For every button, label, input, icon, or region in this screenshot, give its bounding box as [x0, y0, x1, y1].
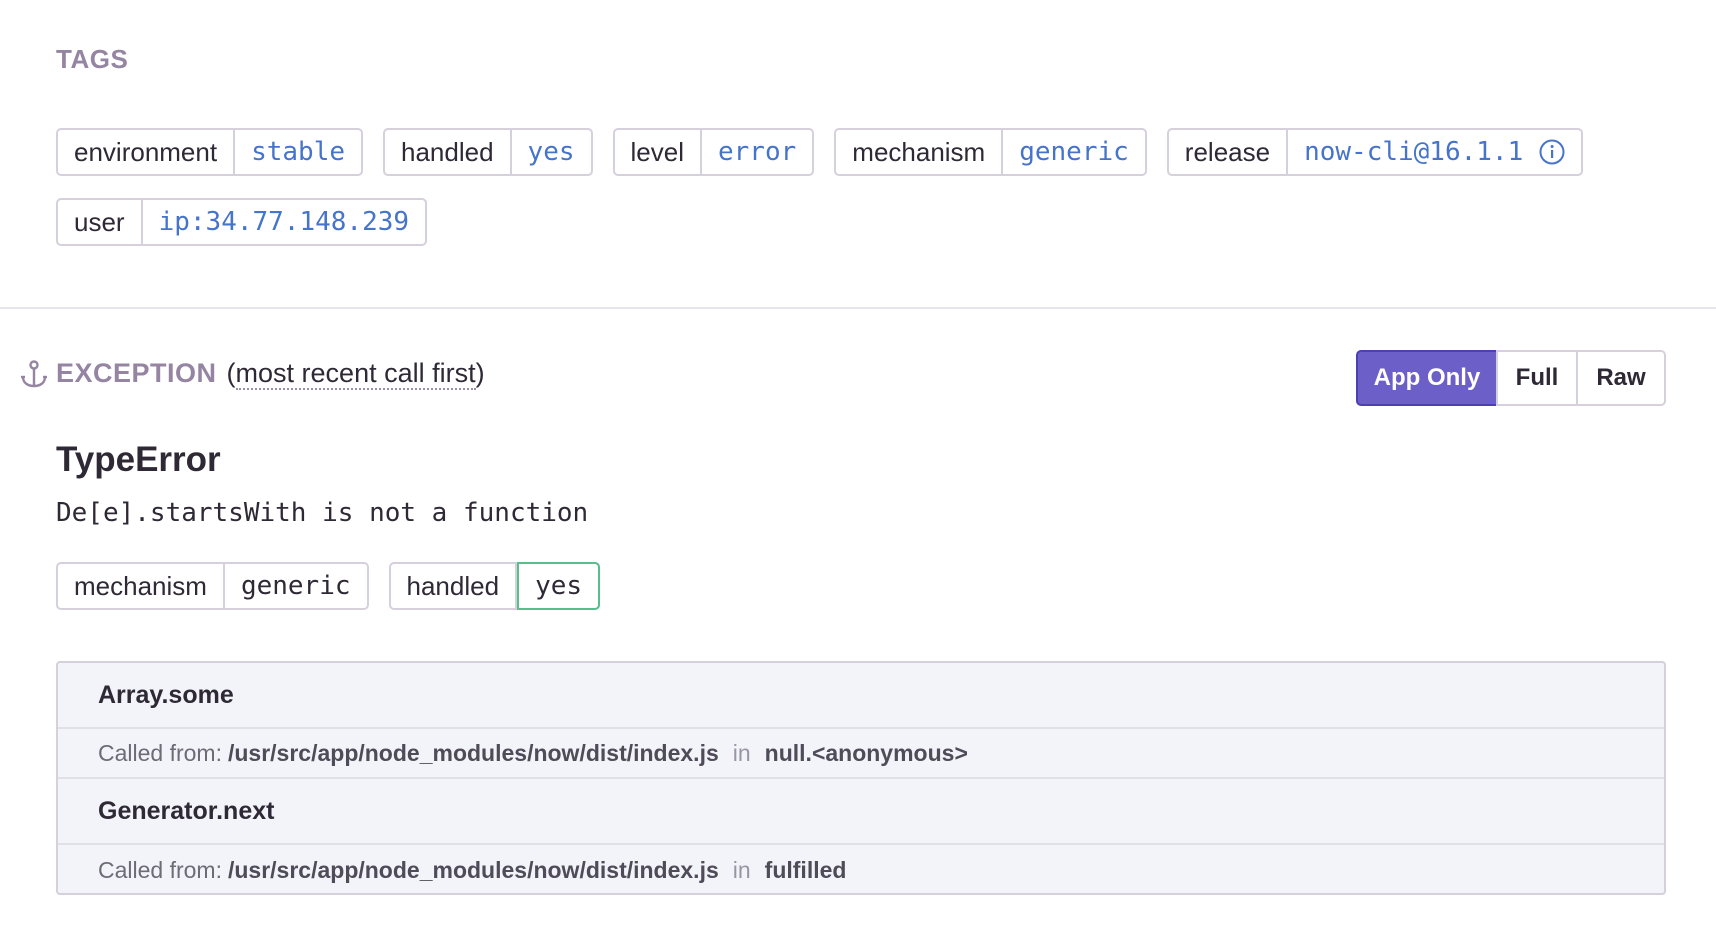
anchor-icon[interactable]	[20, 359, 48, 389]
full-button[interactable]: Full	[1496, 350, 1578, 406]
exception-message: De[e].startsWith is not a function	[56, 498, 589, 528]
tag-key: release	[1169, 130, 1289, 174]
tag-row: user ip:34.77.148.239	[56, 198, 428, 246]
tag-key: handled	[385, 130, 512, 174]
tag-value[interactable]: generic	[1003, 130, 1145, 174]
paren-open: (	[226, 358, 236, 388]
tag-key: mechanism	[58, 564, 225, 608]
frame-function[interactable]: Array.some	[58, 663, 1664, 729]
exception-type: TypeError	[56, 440, 221, 479]
tag-value[interactable]: stable	[235, 130, 361, 174]
tag-key: environment	[58, 130, 236, 174]
frame-caller: null.<anonymous>	[764, 739, 968, 766]
tag-value[interactable]: ip:34.77.148.239	[143, 200, 425, 244]
call-order-tooltip[interactable]: most recent call first	[235, 358, 476, 390]
tags-section: TAGS environment stable handled yes leve…	[0, 0, 1716, 309]
tag-release[interactable]: release now-cli@16.1.1	[1166, 128, 1584, 176]
frame-path: /usr/src/app/node_modules/now/dist/index…	[227, 856, 719, 883]
tag-key: user	[58, 200, 143, 244]
exception-subtitle: (most recent call first)	[226, 358, 485, 390]
frame-caller: fulfilled	[764, 856, 847, 883]
info-icon[interactable]	[1539, 139, 1565, 165]
handled-tag: handled yes	[388, 562, 601, 610]
tag-row: environment stable handled yes level err…	[56, 128, 1584, 176]
stacktrace-frames: Array.some Called from: /usr/src/app/nod…	[56, 661, 1666, 895]
frame-called-from: Called from: /usr/src/app/node_modules/n…	[58, 845, 1664, 893]
tag-value-text[interactable]: now-cli@16.1.1	[1304, 137, 1523, 167]
frame-called-from: Called from: /usr/src/app/node_modules/n…	[58, 729, 1664, 779]
app-only-button[interactable]: App Only	[1356, 350, 1498, 406]
tag-handled[interactable]: handled yes	[383, 128, 593, 176]
tag-value: yes	[517, 562, 601, 610]
mechanism-tags: mechanism generic handled yes	[56, 562, 601, 610]
in-label: in	[732, 856, 751, 883]
raw-button[interactable]: Raw	[1576, 350, 1666, 406]
mechanism-tag: mechanism generic	[56, 562, 369, 610]
tag-mechanism[interactable]: mechanism generic	[834, 128, 1147, 176]
tag-value: generic	[240, 571, 351, 601]
paren-close: )	[475, 358, 485, 388]
exception-title: EXCEPTION	[56, 358, 217, 388]
called-from-label: Called from:	[98, 739, 222, 766]
tags-heading: TAGS	[56, 44, 129, 74]
tag-value[interactable]: yes	[512, 130, 591, 174]
tag-user[interactable]: user ip:34.77.148.239	[56, 198, 428, 246]
in-label: in	[732, 739, 751, 766]
frame-path: /usr/src/app/node_modules/now/dist/index…	[227, 739, 719, 766]
frame-function[interactable]: Generator.next	[58, 779, 1664, 845]
tag-key: level	[615, 130, 702, 174]
view-toggle: App Only Full Raw	[1356, 350, 1666, 406]
called-from-label: Called from:	[98, 856, 222, 883]
tag-key: handled	[391, 564, 518, 608]
tag-level[interactable]: level error	[612, 128, 815, 176]
tag-value[interactable]: error	[702, 130, 812, 174]
tag-environment[interactable]: environment stable	[56, 128, 363, 176]
tag-value-release[interactable]: now-cli@16.1.1	[1288, 130, 1581, 174]
exception-header: EXCEPTION (most recent call first)	[20, 358, 485, 390]
tag-key: mechanism	[836, 130, 1004, 174]
